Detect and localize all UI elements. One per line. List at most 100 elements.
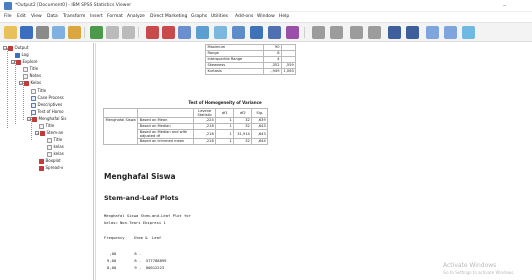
insert-title-icon[interactable]: [444, 26, 457, 39]
menu-transform[interactable]: Transform: [63, 14, 85, 19]
outline-node-spread-vs-level[interactable]: Spread-v: [39, 165, 63, 171]
contents-pane[interactable]: Maximum 90 Range 8 Interquartile Range 4…: [95, 43, 532, 280]
section-heading-stem-and-leaf: Stem-and-Leaf Plots: [104, 194, 179, 202]
variables-icon[interactable]: [178, 26, 191, 39]
pie-chart-icon[interactable]: [196, 26, 209, 39]
outline-node-test-of-homogeneity[interactable]: Test of Homo: [31, 109, 64, 115]
menu-insert[interactable]: Insert: [90, 14, 103, 19]
split-file-icon[interactable]: [250, 26, 263, 39]
outline-node-kelas[interactable]: − Kelas: [19, 80, 41, 86]
book-icon: [24, 80, 29, 86]
table-row: Kurtosis -,949 1,063: [205, 68, 297, 75]
column-header: [137, 108, 195, 118]
collapse-toggle[interactable]: −: [27, 117, 31, 121]
outline-node-title[interactable]: Title: [39, 123, 54, 129]
menu-analyze[interactable]: Analyze: [127, 14, 145, 19]
undo-icon[interactable]: [106, 26, 119, 39]
node-label: Title: [53, 137, 63, 142]
outline-node-log[interactable]: Log: [15, 52, 29, 58]
title-icon: [23, 66, 28, 72]
save-icon[interactable]: [20, 26, 33, 39]
book-icon: [16, 59, 21, 65]
menu-view[interactable]: View: [31, 14, 42, 19]
value-labels-icon[interactable]: [268, 26, 281, 39]
menu-window[interactable]: Window: [257, 14, 275, 19]
outline-node-title[interactable]: Title: [47, 137, 62, 143]
sig-value: ,643: [251, 129, 269, 139]
column-header-df1: df1: [215, 108, 235, 118]
toolbar-separator: [138, 27, 139, 38]
outline-node-output[interactable]: − Output: [3, 45, 28, 51]
homogeneity-table-title: Test of Homogeneity of Variance: [188, 100, 262, 105]
next-icon[interactable]: [330, 26, 343, 39]
menu-graphs[interactable]: Graphs: [191, 14, 207, 19]
print-preview-icon[interactable]: [52, 26, 65, 39]
minimize-button[interactable]: –: [503, 2, 506, 10]
node-label: Case Process: [37, 95, 64, 100]
outline-node-explore[interactable]: − Explore: [11, 59, 38, 65]
outline-node-stem-and-leaf[interactable]: − Stem-an: [35, 130, 63, 136]
node-label: Test of Homo: [37, 109, 64, 114]
node-label: Title: [37, 88, 47, 93]
activation-watermark-subtitle: Go to Settings to activate Windows.: [443, 270, 515, 275]
book-icon: [40, 130, 45, 136]
outline-pane: − Output Log − Explore Title Notes − Kelas …: [0, 43, 94, 280]
open-icon[interactable]: [4, 26, 17, 39]
print-icon[interactable]: [36, 26, 49, 39]
previous-icon[interactable]: [312, 26, 325, 39]
collapse-toggle[interactable]: −: [35, 131, 39, 135]
outline-node-boxplot[interactable]: Boxplot: [39, 158, 61, 164]
node-label: Spread-v: [45, 165, 64, 170]
menu-utilities[interactable]: Utilities: [211, 14, 228, 19]
collapse-toggle[interactable]: −: [3, 46, 7, 50]
collapse-toggle[interactable]: −: [11, 60, 15, 64]
table-icon: [31, 102, 36, 108]
menu-format[interactable]: Format: [107, 14, 123, 19]
descriptives-table[interactable]: Maximum 90 Range 8 Interquartile Range 4…: [205, 44, 297, 75]
insert-text-icon[interactable]: [462, 26, 475, 39]
outline-node-title[interactable]: Title: [31, 88, 46, 94]
table-icon: [31, 95, 36, 101]
outline-node-notes[interactable]: Notes: [23, 73, 41, 79]
stem-leaf-row: 8,00 9 . 00012223: [107, 265, 165, 270]
activation-watermark-title: Activate Windows: [443, 262, 497, 269]
menu-addons[interactable]: Add-ons: [235, 14, 253, 19]
column-header: [102, 108, 139, 118]
use-sets-icon[interactable]: [286, 26, 299, 39]
collapse-toggle[interactable]: −: [19, 81, 23, 85]
expand-icon[interactable]: [350, 26, 363, 39]
menu-file[interactable]: File: [4, 14, 12, 19]
goto-data-icon[interactable]: [146, 26, 159, 39]
goto-case-icon[interactable]: [162, 26, 175, 39]
menu-help[interactable]: Help: [279, 14, 289, 19]
outline-node-kelas-plot[interactable]: kelas: [47, 144, 64, 150]
select-cases-icon[interactable]: [214, 26, 227, 39]
chart-icon: [39, 165, 44, 171]
insert-heading-icon[interactable]: [426, 26, 439, 39]
weight-cases-icon[interactable]: [232, 26, 245, 39]
basis-label: Based on Median and with adjusted df: [137, 129, 195, 139]
show-icon[interactable]: [388, 26, 401, 39]
menu-direct-marketing[interactable]: Direct Marketing: [150, 14, 187, 19]
node-label: kelas: [53, 144, 64, 149]
collapse-icon[interactable]: [368, 26, 381, 39]
outline-node-case-processing[interactable]: Case Process: [31, 95, 64, 101]
outline-node-menghafal-siswa[interactable]: − Menghafal Sis: [27, 116, 66, 122]
node-label: Stem-an: [46, 130, 64, 135]
hide-icon[interactable]: [406, 26, 419, 39]
menu-edit[interactable]: Edit: [17, 14, 26, 19]
title-bar: *Output2 [Document0] - IBM SPSS Statisti…: [0, 0, 532, 12]
df2-value: 32: [233, 138, 253, 145]
redo-icon[interactable]: [122, 26, 135, 39]
tree-connector: [31, 110, 32, 140]
outline-node-kelas-plot[interactable]: kelas: [47, 151, 64, 157]
menu-data[interactable]: Data: [47, 14, 58, 19]
homogeneity-table[interactable]: Levene Statistic df1 df2 Sig. Menghafal …: [102, 108, 269, 145]
export-icon[interactable]: [68, 26, 81, 39]
outline-node-descriptives[interactable]: Descriptives: [31, 102, 62, 108]
spss-app-icon: [4, 2, 12, 10]
stem-leaf-caption: Menghafal Siswa Stem-and-Leaf Plot for: [104, 213, 191, 218]
node-label: kelas: [53, 151, 64, 156]
outline-node-title[interactable]: Title: [23, 66, 38, 72]
recall-dialog-icon[interactable]: [90, 26, 103, 39]
